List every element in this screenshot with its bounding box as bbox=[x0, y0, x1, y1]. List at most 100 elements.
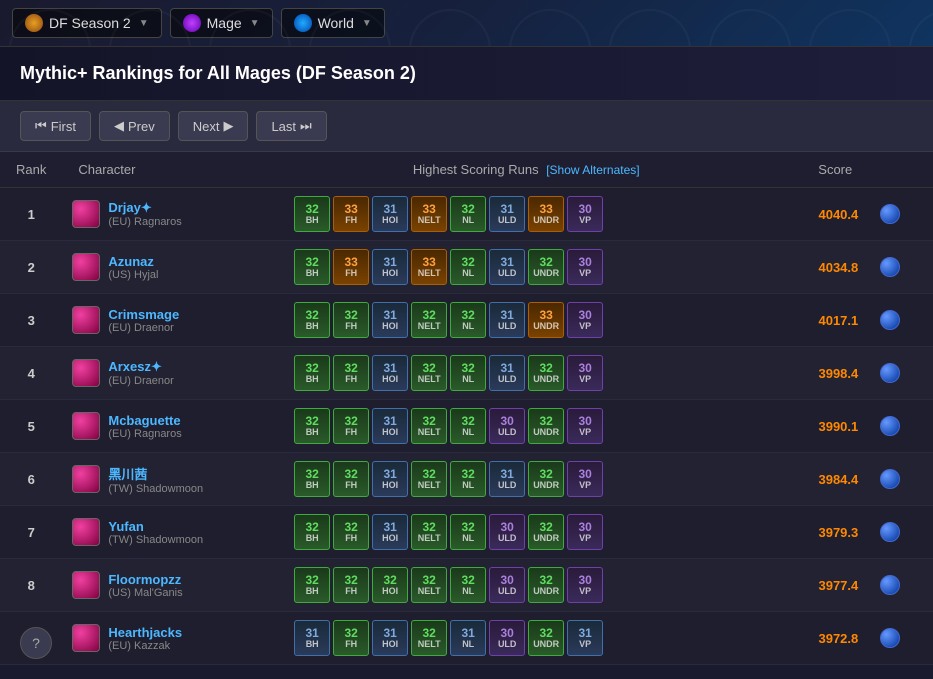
key-box[interactable]: 30VP bbox=[567, 355, 603, 391]
character-avatar bbox=[72, 200, 100, 228]
key-box[interactable]: 31HOI bbox=[372, 514, 408, 550]
key-box[interactable]: 31ULD bbox=[489, 302, 525, 338]
key-box[interactable]: 32BH bbox=[294, 567, 330, 603]
key-level: 32 bbox=[540, 573, 553, 587]
key-box[interactable]: 33NELT bbox=[411, 196, 447, 232]
key-box[interactable]: 32FH bbox=[333, 514, 369, 550]
key-box[interactable]: 30VP bbox=[567, 302, 603, 338]
key-box[interactable]: 31HOI bbox=[372, 196, 408, 232]
key-box[interactable]: 32FH bbox=[333, 355, 369, 391]
next-button[interactable]: Next ▶ bbox=[178, 111, 249, 141]
character-name[interactable]: Drjay✦ bbox=[108, 200, 181, 216]
key-box[interactable]: 30ULD bbox=[489, 514, 525, 550]
key-box[interactable]: 30VP bbox=[567, 567, 603, 603]
class-dropdown[interactable]: Mage ▼ bbox=[170, 8, 273, 38]
key-dungeon: BH bbox=[306, 534, 319, 544]
character-name[interactable]: Arxesz✦ bbox=[108, 359, 173, 375]
key-box[interactable]: 32UNDR bbox=[528, 249, 564, 285]
key-box[interactable]: 30VP bbox=[567, 249, 603, 285]
key-box[interactable]: 32BH bbox=[294, 196, 330, 232]
key-box[interactable]: 33UNDR bbox=[528, 302, 564, 338]
key-box[interactable]: 32HOI bbox=[372, 567, 408, 603]
help-button[interactable]: ? bbox=[20, 627, 52, 659]
key-box[interactable]: 31VP bbox=[567, 620, 603, 656]
key-box[interactable]: 32UNDR bbox=[528, 408, 564, 444]
key-box[interactable]: 32UNDR bbox=[528, 567, 564, 603]
key-box[interactable]: 32BH bbox=[294, 355, 330, 391]
season-dropdown[interactable]: DF Season 2 ▼ bbox=[12, 8, 162, 38]
key-box[interactable]: 32FH bbox=[333, 408, 369, 444]
character-name[interactable]: Floormopzz bbox=[108, 572, 182, 587]
key-box[interactable]: 32FH bbox=[333, 620, 369, 656]
character-cell: Mcbaguette(EU) Ragnaros bbox=[62, 400, 284, 453]
key-box[interactable]: 31ULD bbox=[489, 196, 525, 232]
region-dropdown[interactable]: World ▼ bbox=[281, 8, 385, 38]
key-box[interactable]: 30ULD bbox=[489, 408, 525, 444]
key-box[interactable]: 30VP bbox=[567, 408, 603, 444]
key-dungeon: UNDR bbox=[533, 322, 559, 332]
key-box[interactable]: 31NL bbox=[450, 620, 486, 656]
key-box[interactable]: 32FH bbox=[333, 302, 369, 338]
last-button[interactable]: Last ⏭ bbox=[256, 111, 326, 141]
key-box[interactable]: 33NELT bbox=[411, 249, 447, 285]
key-box[interactable]: 32UNDR bbox=[528, 620, 564, 656]
key-box[interactable]: 30ULD bbox=[489, 620, 525, 656]
key-box[interactable]: 32NL bbox=[450, 196, 486, 232]
key-box[interactable]: 32BH bbox=[294, 408, 330, 444]
key-box[interactable]: 31HOI bbox=[372, 461, 408, 497]
key-box[interactable]: 30ULD bbox=[489, 567, 525, 603]
key-box[interactable]: 31HOI bbox=[372, 620, 408, 656]
table-row: 8Floormopzz(US) Mal'Ganis32BH32FH32HOI32… bbox=[0, 559, 933, 612]
key-box[interactable]: 32NL bbox=[450, 302, 486, 338]
show-alternates-link[interactable]: [Show Alternates] bbox=[546, 163, 639, 177]
key-box[interactable]: 32NL bbox=[450, 461, 486, 497]
key-level: 33 bbox=[540, 202, 553, 216]
key-box[interactable]: 32NELT bbox=[411, 461, 447, 497]
first-button[interactable]: ⏮ First bbox=[20, 111, 91, 141]
key-box[interactable]: 31HOI bbox=[372, 302, 408, 338]
character-name[interactable]: Crimsmage bbox=[108, 307, 179, 322]
key-box[interactable]: 31HOI bbox=[372, 249, 408, 285]
key-box[interactable]: 32UNDR bbox=[528, 461, 564, 497]
key-box[interactable]: 30VP bbox=[567, 514, 603, 550]
character-name[interactable]: Yufan bbox=[108, 519, 203, 534]
key-box[interactable]: 31HOI bbox=[372, 355, 408, 391]
faction-icon bbox=[878, 414, 902, 438]
character-name[interactable]: Mcbaguette bbox=[108, 413, 181, 428]
key-box[interactable]: 32UNDR bbox=[528, 514, 564, 550]
key-box[interactable]: 32NELT bbox=[411, 302, 447, 338]
key-box[interactable]: 33FH bbox=[333, 196, 369, 232]
key-box[interactable]: 32NL bbox=[450, 355, 486, 391]
key-box[interactable]: 31ULD bbox=[489, 249, 525, 285]
key-box[interactable]: 31BH bbox=[294, 620, 330, 656]
key-box[interactable]: 32BH bbox=[294, 461, 330, 497]
key-box[interactable]: 32NELT bbox=[411, 514, 447, 550]
key-box[interactable]: 32NELT bbox=[411, 620, 447, 656]
prev-button[interactable]: ◀ Prev bbox=[99, 111, 170, 141]
key-box[interactable]: 30VP bbox=[567, 196, 603, 232]
key-box[interactable]: 32BH bbox=[294, 249, 330, 285]
key-box[interactable]: 32FH bbox=[333, 461, 369, 497]
key-box[interactable]: 32UNDR bbox=[528, 355, 564, 391]
key-box[interactable]: 30VP bbox=[567, 461, 603, 497]
key-box[interactable]: 33FH bbox=[333, 249, 369, 285]
key-box[interactable]: 32NL bbox=[450, 514, 486, 550]
character-server: (US) Hyjal bbox=[108, 269, 158, 281]
key-box[interactable]: 31ULD bbox=[489, 461, 525, 497]
key-box[interactable]: 32NL bbox=[450, 408, 486, 444]
key-box[interactable]: 32FH bbox=[333, 567, 369, 603]
key-box[interactable]: 32NELT bbox=[411, 408, 447, 444]
key-box[interactable]: 32NL bbox=[450, 567, 486, 603]
character-name[interactable]: Hearthjacks bbox=[108, 625, 182, 640]
key-box[interactable]: 31ULD bbox=[489, 355, 525, 391]
key-box[interactable]: 32NELT bbox=[411, 567, 447, 603]
character-name[interactable]: 黑川茜 bbox=[108, 464, 203, 483]
key-box[interactable]: 32BH bbox=[294, 302, 330, 338]
key-box[interactable]: 32NELT bbox=[411, 355, 447, 391]
key-box[interactable]: 32NL bbox=[450, 249, 486, 285]
key-box[interactable]: 31HOI bbox=[372, 408, 408, 444]
key-dungeon: ULD bbox=[498, 428, 517, 438]
character-name[interactable]: Azunaz bbox=[108, 254, 158, 269]
key-box[interactable]: 32BH bbox=[294, 514, 330, 550]
key-box[interactable]: 33UNDR bbox=[528, 196, 564, 232]
